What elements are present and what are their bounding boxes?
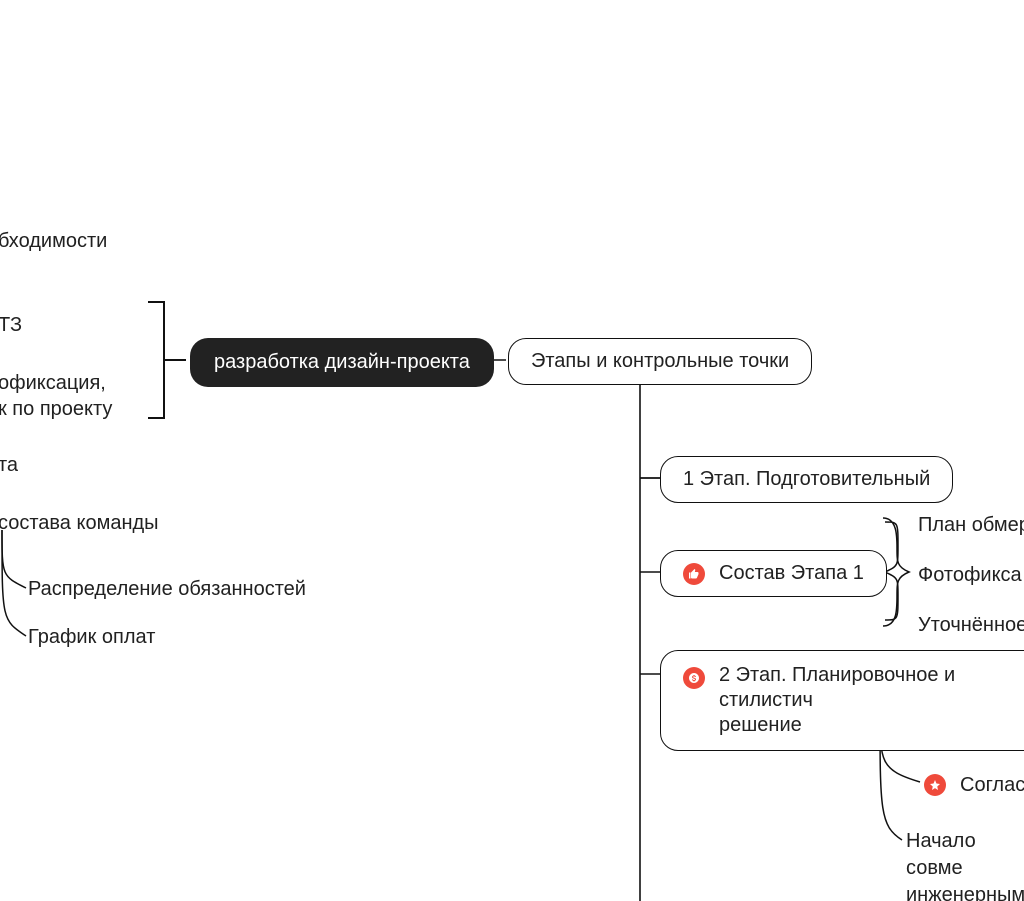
node-soglasova-label: Согласова [960, 772, 1024, 798]
partial-text-photo-line2: к по проекту [0, 396, 112, 422]
node-root[interactable]: разработка дизайн-проекта [190, 338, 494, 387]
node-stages-label: Этапы и контрольные точки [531, 349, 789, 374]
node-soglasova[interactable]: Согласова [924, 772, 1024, 798]
star-icon [924, 774, 946, 796]
connectors [0, 0, 1024, 901]
dollar-icon [683, 667, 705, 689]
node-stage-2[interactable]: 2 Этап. Планировочное и стилистич решени… [660, 650, 1024, 751]
partial-text-necessity: бходимости [0, 228, 107, 254]
node-fotofiksatsia[interactable]: Фотофикса [918, 562, 1022, 588]
node-responsibilities[interactable]: Распределение обязанностей [28, 576, 306, 602]
node-nachalo-sovme[interactable]: Начало совме инженерными [906, 828, 1024, 901]
node-stage-1-composition[interactable]: Состав Этапа 1 [660, 550, 887, 597]
node-plan-obmer[interactable]: План обмер [918, 512, 1024, 538]
partial-text-photo-line1: офиксация, [0, 370, 106, 396]
node-stage-1-label: 1 Этап. Подготовительный [683, 467, 930, 492]
node-stage-1[interactable]: 1 Этап. Подготовительный [660, 456, 953, 503]
node-root-label: разработка дизайн-проекта [214, 350, 470, 375]
node-stages[interactable]: Этапы и контрольные точки [508, 338, 812, 385]
partial-text-tz: ТЗ [0, 312, 22, 338]
node-stage-2-label: 2 Этап. Планировочное и стилистич решени… [719, 663, 1024, 738]
mindmap-canvas[interactable]: бходимости ТЗ офиксация, к по проекту та… [0, 0, 1024, 901]
partial-text-ta: та [0, 452, 18, 478]
thumbs-up-icon [683, 563, 705, 585]
node-stage-1-composition-label: Состав Этапа 1 [719, 561, 864, 586]
node-utochnennoe[interactable]: Уточнённое [918, 612, 1024, 638]
partial-text-team: состава команды [0, 510, 159, 536]
node-payment-schedule[interactable]: График оплат [28, 624, 155, 650]
